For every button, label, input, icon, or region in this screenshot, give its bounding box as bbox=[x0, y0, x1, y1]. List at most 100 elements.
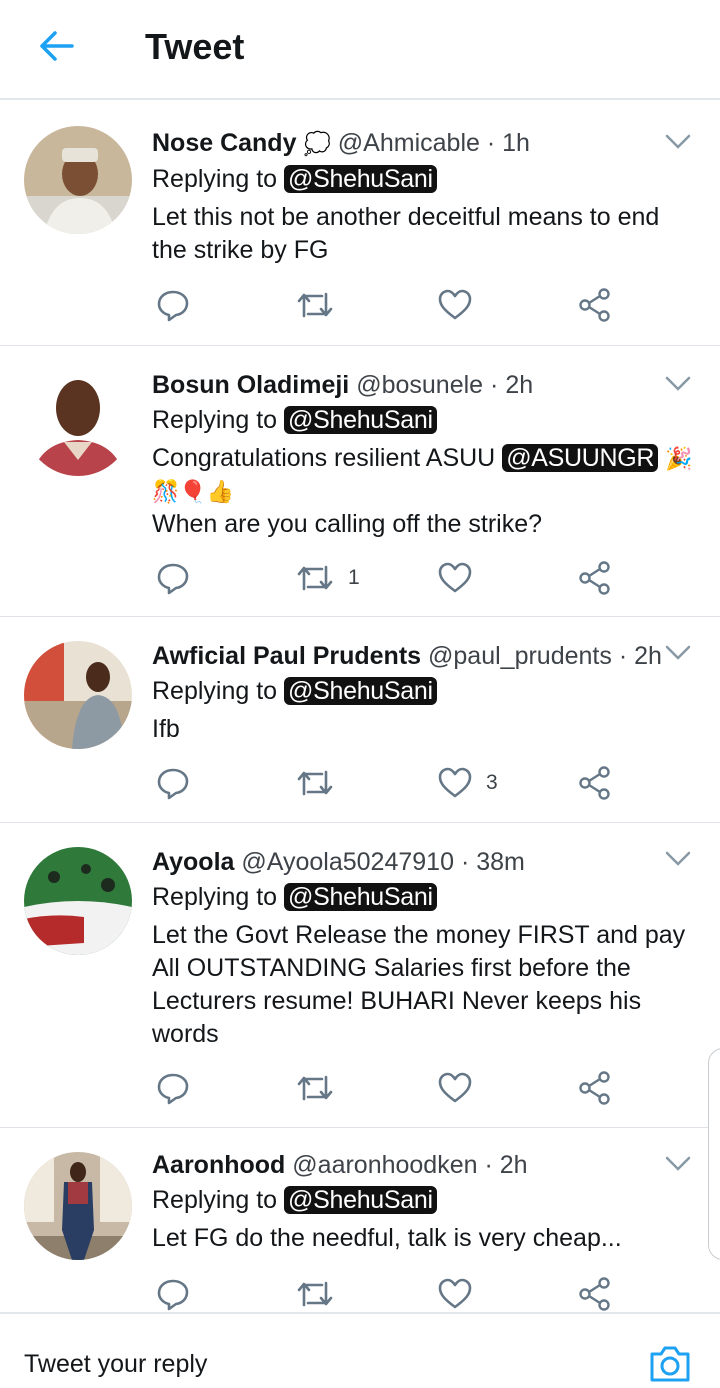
separator-dot: · bbox=[618, 642, 628, 670]
tweet-text-prefix: Congratulations resilient ASUU bbox=[152, 444, 496, 472]
username[interactable]: @Ahmicable bbox=[338, 129, 480, 157]
mention-link[interactable]: @ASUUNGR bbox=[502, 444, 659, 472]
reply-tweet[interactable]: Awficial Paul Prudents @paul_prudents · … bbox=[0, 617, 720, 823]
mention-link[interactable]: @ShehuSani bbox=[284, 1186, 437, 1214]
tweet-text-line: Ifb bbox=[152, 715, 180, 743]
reply-button[interactable] bbox=[156, 558, 190, 598]
reply-tweet[interactable]: Ayoola @Ayoola50247910 · 38m Replying to… bbox=[0, 823, 720, 1128]
reply-tweet[interactable]: Nose Candy 💭 @Ahmicable · 1h Replying to… bbox=[0, 102, 720, 346]
like-button[interactable] bbox=[438, 1274, 486, 1312]
like-button[interactable] bbox=[438, 285, 486, 325]
share-icon bbox=[579, 288, 610, 322]
avatar[interactable] bbox=[24, 1152, 132, 1260]
share-button[interactable] bbox=[578, 558, 612, 598]
edge-panel-handle[interactable] bbox=[708, 1048, 720, 1260]
username[interactable]: @bosunele bbox=[356, 371, 483, 399]
tweet-actions bbox=[152, 1274, 622, 1312]
display-name[interactable]: Bosun Oladimeji bbox=[152, 371, 349, 399]
retweet-icon bbox=[297, 292, 333, 318]
mention-link[interactable]: @ShehuSani bbox=[284, 165, 437, 193]
share-button[interactable] bbox=[578, 1068, 612, 1108]
retweet-icon bbox=[297, 565, 333, 591]
tweet-text-line: Let the Govt Release the money FIRST and… bbox=[152, 921, 686, 949]
retweet-count: 1 bbox=[348, 566, 360, 589]
share-icon bbox=[579, 766, 610, 800]
replying-label: Replying to bbox=[152, 406, 278, 434]
reply-button[interactable] bbox=[156, 285, 190, 325]
like-icon bbox=[438, 1072, 472, 1103]
tweet-text-line: All OUTSTANDING Salaries first before th… bbox=[152, 954, 631, 982]
tweet-text-line: Let this not be another deceitful means … bbox=[152, 203, 660, 231]
reply-tweet[interactable]: Aaronhood @aaronhoodken · 2h Replying to… bbox=[0, 1128, 720, 1312]
replies-feed[interactable]: Nose Candy 💭 @Ahmicable · 1h Replying to… bbox=[0, 102, 720, 1312]
reply-icon bbox=[157, 290, 189, 322]
like-button[interactable] bbox=[438, 1068, 486, 1108]
display-name[interactable]: Nose Candy bbox=[152, 129, 296, 157]
replying-label: Replying to bbox=[152, 1186, 278, 1214]
mention-link[interactable]: @ShehuSani bbox=[284, 677, 437, 705]
tweet-text: Let FG do the needful, talk is very chea… bbox=[152, 1222, 700, 1255]
replying-label: Replying to bbox=[152, 883, 278, 911]
tweet-text-line: the strike by FG bbox=[152, 236, 329, 264]
tweet-header: Awficial Paul Prudents @paul_prudents · … bbox=[152, 639, 700, 673]
chevron-down-icon[interactable] bbox=[664, 132, 692, 152]
avatar[interactable] bbox=[24, 368, 132, 476]
reply-button[interactable] bbox=[156, 763, 190, 803]
avatar[interactable] bbox=[24, 126, 132, 234]
tweet-actions bbox=[152, 285, 622, 325]
username[interactable]: @Ayoola50247910 bbox=[241, 848, 454, 876]
username[interactable]: @paul_prudents bbox=[428, 642, 612, 670]
retweet-button[interactable] bbox=[296, 1068, 348, 1108]
timestamp: 2h bbox=[499, 1151, 528, 1179]
retweet-button[interactable] bbox=[296, 1274, 348, 1312]
display-name[interactable]: Aaronhood bbox=[152, 1151, 285, 1179]
camera-icon bbox=[650, 1346, 690, 1382]
tweet-text: Congratulations resilient ASUU @ASUUNGR … bbox=[152, 442, 700, 541]
like-button[interactable]: 3 bbox=[438, 763, 498, 803]
reply-composer[interactable]: Tweet your reply bbox=[0, 1312, 720, 1388]
separator-dot: · bbox=[460, 848, 470, 876]
chevron-down-icon[interactable] bbox=[664, 849, 692, 869]
share-icon bbox=[579, 1071, 610, 1105]
tweet-text-line: Lecturers resume! BUHARI Never keeps his bbox=[152, 987, 642, 1015]
share-button[interactable] bbox=[578, 285, 612, 325]
share-button[interactable] bbox=[578, 1274, 612, 1312]
display-name[interactable]: Awficial Paul Prudents bbox=[152, 642, 421, 670]
top-app-bar: Tweet bbox=[0, 0, 720, 100]
arrow-left-icon bbox=[40, 31, 74, 61]
party-popper-emoji: 🎉 bbox=[665, 446, 693, 471]
replying-to: Replying to @ShehuSani bbox=[152, 161, 700, 197]
separator-dot: · bbox=[486, 129, 496, 157]
reply-button[interactable] bbox=[156, 1274, 190, 1312]
tweet-text: Let the Govt Release the money FIRST and… bbox=[152, 919, 700, 1051]
chevron-down-icon[interactable] bbox=[664, 643, 692, 663]
like-icon bbox=[438, 1278, 472, 1309]
reply-icon bbox=[157, 1279, 189, 1311]
timestamp: 2h bbox=[505, 371, 534, 399]
reply-tweet[interactable]: Bosun Oladimeji @bosunele · 2h Replying … bbox=[0, 346, 720, 617]
page-title: Tweet bbox=[145, 26, 245, 67]
like-button[interactable] bbox=[438, 558, 486, 598]
camera-button[interactable] bbox=[648, 1344, 692, 1386]
retweet-icon bbox=[297, 1281, 333, 1307]
reply-input[interactable]: Tweet your reply bbox=[24, 1350, 207, 1379]
avatar[interactable] bbox=[24, 847, 132, 955]
display-name[interactable]: Ayoola bbox=[152, 848, 234, 876]
like-count: 3 bbox=[486, 771, 498, 794]
chevron-down-icon[interactable] bbox=[664, 1154, 692, 1174]
retweet-button[interactable]: 1 bbox=[296, 558, 360, 598]
mention-link[interactable]: @ShehuSani bbox=[284, 883, 437, 911]
mention-link[interactable]: @ShehuSani bbox=[284, 406, 437, 434]
back-button[interactable] bbox=[34, 26, 78, 66]
share-button[interactable] bbox=[578, 763, 612, 803]
reply-icon bbox=[157, 563, 189, 595]
username[interactable]: @aaronhoodken bbox=[292, 1151, 477, 1179]
avatar[interactable] bbox=[24, 641, 132, 749]
reply-button[interactable] bbox=[156, 1068, 190, 1108]
tweet-header: Nose Candy 💭 @Ahmicable · 1h bbox=[152, 126, 700, 161]
replying-label: Replying to bbox=[152, 677, 278, 705]
thought-bubble-emoji: 💭 bbox=[303, 131, 331, 156]
retweet-button[interactable] bbox=[296, 285, 348, 325]
chevron-down-icon[interactable] bbox=[664, 374, 692, 394]
retweet-button[interactable] bbox=[296, 763, 348, 803]
